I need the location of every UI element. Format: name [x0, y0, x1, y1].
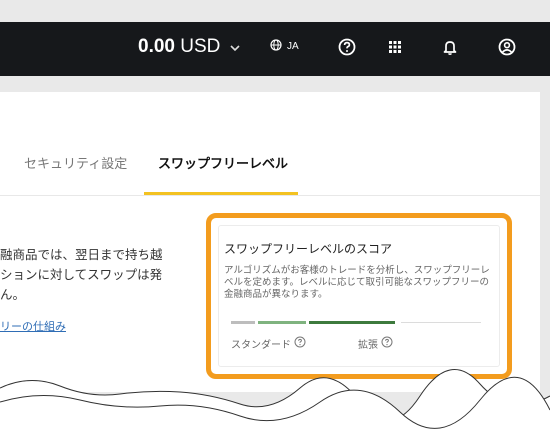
- active-tab-indicator: [144, 192, 298, 195]
- balance-currency: USD: [180, 36, 221, 57]
- top-navigation-bar: 0.00 USD JA: [0, 22, 550, 76]
- level-extended-label: 拡張: [358, 340, 378, 351]
- level-bar-extended: [309, 321, 395, 324]
- balance-selector[interactable]: 0.00 USD: [138, 36, 240, 58]
- balance-amount: 0.00: [138, 36, 175, 57]
- score-description: アルゴリズムがお客様のトレードを分析し、スワップフリーレベルを定めます。レベルに…: [224, 265, 490, 300]
- explanation-line: ん。: [0, 287, 26, 302]
- explanation-line: ションに対してスワップは発: [0, 267, 163, 282]
- globe-icon: [270, 39, 282, 54]
- swap-free-score-card: スワップフリーレベルのスコア アルゴリズムがお客様のトレードを分析し、スワップフ…: [206, 213, 512, 379]
- swap-free-explanation: 融商品では、翌日まで持ち越 ションに対してスワップは発 ん。: [0, 245, 192, 305]
- level-bar-extended-start: [258, 321, 306, 324]
- level-extended: 拡張: [358, 336, 393, 351]
- explanation-line: 融商品では、翌日まで持ち越: [0, 247, 163, 262]
- level-bar-track: [401, 322, 481, 323]
- tab-security-settings[interactable]: セキュリティ設定: [24, 153, 127, 172]
- chevron-down-icon: [230, 41, 240, 55]
- language-code: JA: [287, 41, 299, 52]
- account-icon[interactable]: [497, 37, 517, 57]
- question-icon[interactable]: [381, 336, 393, 351]
- language-selector[interactable]: JA: [270, 39, 299, 54]
- bell-icon[interactable]: [440, 37, 460, 57]
- level-standard: スタンダード: [231, 336, 306, 351]
- level-bar-standard: [231, 321, 255, 324]
- tab-divider: [0, 195, 540, 196]
- help-icon[interactable]: [337, 37, 357, 57]
- level-standard-label: スタンダード: [231, 340, 291, 351]
- torn-edge-decoration: [0, 369, 550, 440]
- score-title: スワップフリーレベルのスコア: [224, 242, 393, 256]
- tab-swap-free-level[interactable]: スワップフリーレベル: [158, 153, 288, 172]
- question-icon[interactable]: [294, 336, 306, 351]
- apps-grid-icon[interactable]: [385, 37, 405, 57]
- how-swap-free-works-link[interactable]: リーの仕組み: [0, 318, 66, 334]
